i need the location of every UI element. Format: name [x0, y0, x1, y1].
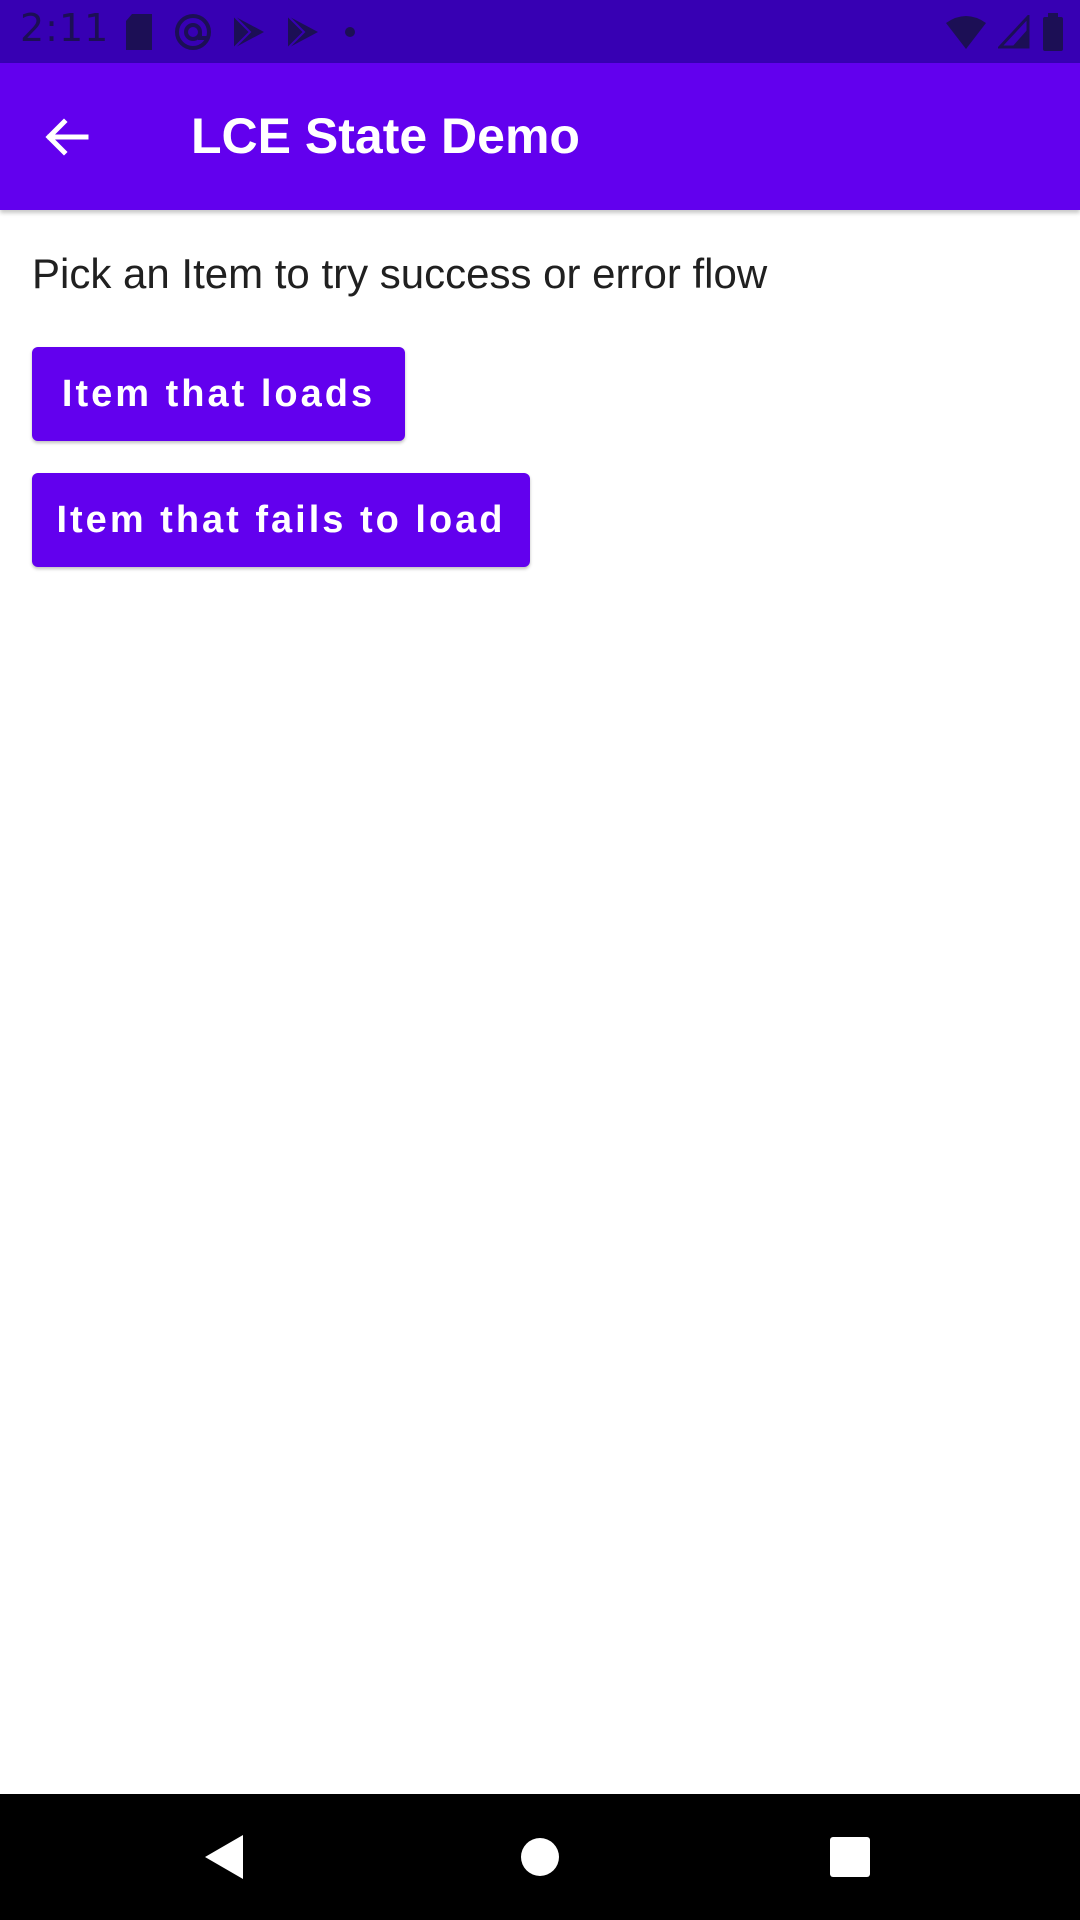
play-store-icon: [286, 14, 320, 50]
wifi-icon: [946, 15, 986, 49]
nav-recents-button[interactable]: [810, 1817, 890, 1897]
dot-icon: [340, 22, 360, 42]
play-store-icon: [232, 14, 266, 50]
battery-icon: [1042, 13, 1064, 51]
nav-home-button[interactable]: [500, 1817, 580, 1897]
item-loads-button[interactable]: Item that loads: [32, 347, 405, 441]
cell-signal-icon: [998, 15, 1030, 49]
app-title: LCE State Demo: [191, 108, 580, 164]
back-button[interactable]: [30, 101, 102, 173]
nav-home-icon: [520, 1837, 560, 1877]
arrow-back-icon: [42, 113, 90, 161]
nav-recents-icon: [830, 1837, 870, 1877]
status-bar: 2:11: [0, 0, 1080, 63]
nav-back-button[interactable]: [185, 1817, 265, 1897]
instruction-text: Pick an Item to try success or error flo…: [32, 250, 768, 297]
nav-back-icon: [203, 1833, 247, 1881]
system-nav-bar: [0, 1794, 1080, 1920]
notification-icons: [124, 13, 360, 51]
item-fails-button[interactable]: Item that fails to load: [32, 473, 530, 567]
at-sign-icon: [174, 13, 212, 51]
app-screen: 2:11 LCE State Demo Pick an Item to try …: [0, 0, 1080, 1920]
sd-card-icon: [124, 14, 154, 50]
status-time: 2:11: [20, 6, 110, 50]
system-status-icons: [946, 13, 1064, 51]
top-app-bar: LCE State Demo: [0, 63, 1080, 210]
